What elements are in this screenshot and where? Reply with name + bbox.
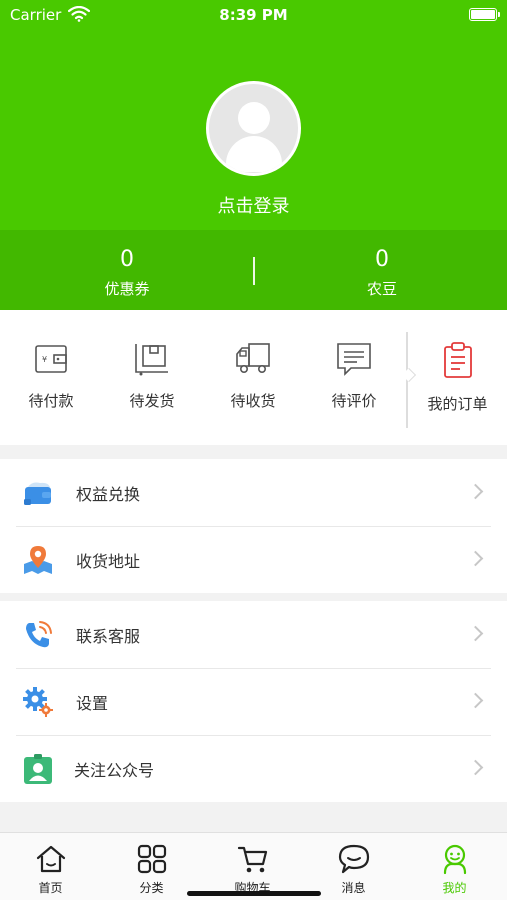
order-pending-shipment[interactable]: 待发货 xyxy=(102,340,202,411)
menu-item-benefits-exchange[interactable]: 权益兑换 xyxy=(0,459,507,526)
menu-item-settings[interactable]: 设置 xyxy=(0,668,507,735)
order-pending-shipment-label: 待发货 xyxy=(129,392,175,410)
gear-icon xyxy=(23,687,53,717)
status-bar: Carrier 8:39 PM xyxy=(0,0,507,30)
wallet-icon: ¥ xyxy=(35,345,67,373)
stats-bar: 0 优惠券 0 农豆 xyxy=(0,230,507,310)
beans-label: 农豆 xyxy=(366,280,397,298)
order-pending-payment-label: 待付款 xyxy=(28,392,74,410)
battery-icon xyxy=(469,8,500,21)
badge-icon xyxy=(24,754,52,784)
coupon-label: 优惠券 xyxy=(104,280,150,298)
tab-cart[interactable]: 购物车 xyxy=(202,843,303,896)
comment-icon xyxy=(337,343,371,376)
avatar-body xyxy=(226,136,282,172)
order-pending-receipt[interactable]: 待收货 xyxy=(203,340,303,411)
beans-stat[interactable]: 0 农豆 xyxy=(282,246,482,299)
tab-messages[interactable]: 消息 xyxy=(303,843,404,896)
menu-item-label: 权益兑换 xyxy=(76,485,141,504)
menu-item-shipping-address[interactable]: 收货地址 xyxy=(0,526,507,593)
menu-item-label: 联系客服 xyxy=(76,627,141,646)
menu-item-label: 关注公众号 xyxy=(74,761,155,780)
tab-profile[interactable]: 我的 xyxy=(404,843,505,896)
beans-count: 0 xyxy=(375,247,389,272)
package-icon xyxy=(135,344,168,376)
tab-category[interactable]: 分类 xyxy=(101,843,202,896)
stats-divider xyxy=(253,257,255,285)
map-pin-icon xyxy=(24,546,52,574)
menu-group-2: 联系客服 设置 关注公众号 xyxy=(0,601,507,802)
tab-home-label: 首页 xyxy=(38,881,63,895)
grid-icon xyxy=(137,844,166,874)
coupon-count: 0 xyxy=(120,247,134,272)
cart-icon xyxy=(237,846,267,873)
orders-panel: ¥ 待付款 待发货 待收货 待评价 我的订单 xyxy=(0,310,507,445)
svg-text:¥: ¥ xyxy=(42,355,47,364)
tab-bar: 首页 分类 购物车 消息 我的 xyxy=(0,832,507,900)
profile-header: Carrier 8:39 PM 点击登录 0 优惠券 0 农豆 xyxy=(0,0,507,310)
menu-item-label: 收货地址 xyxy=(76,552,141,571)
order-pending-receipt-label: 待收货 xyxy=(230,392,276,410)
chat-icon xyxy=(338,844,369,874)
chevron-right-icon xyxy=(467,483,484,500)
card-icon xyxy=(24,482,51,505)
chevron-right-icon xyxy=(467,550,484,567)
login-link[interactable]: 点击登录 xyxy=(0,192,507,218)
home-icon xyxy=(36,845,65,873)
menu-group-1: 权益兑换 收货地址 xyxy=(0,459,507,593)
order-pending-review[interactable]: 待评价 xyxy=(304,340,404,411)
truck-icon xyxy=(236,343,270,373)
coupon-stat[interactable]: 0 优惠券 xyxy=(27,246,227,299)
chevron-right-icon xyxy=(467,759,484,776)
order-pending-review-label: 待评价 xyxy=(331,392,377,410)
chevron-right-icon xyxy=(467,692,484,709)
phone-icon xyxy=(26,621,52,648)
avatar-head xyxy=(238,102,270,134)
avatar[interactable] xyxy=(206,81,301,176)
menu-item-customer-service[interactable]: 联系客服 xyxy=(0,601,507,668)
home-indicator xyxy=(187,891,321,896)
menu-item-follow-account[interactable]: 关注公众号 xyxy=(0,735,507,802)
profile-icon xyxy=(443,844,466,875)
my-orders-button[interactable]: 我的订单 xyxy=(408,335,507,430)
tab-home[interactable]: 首页 xyxy=(0,843,101,896)
clipboard-icon xyxy=(443,342,472,378)
order-pending-payment[interactable]: ¥ 待付款 xyxy=(1,340,101,411)
menu-item-label: 设置 xyxy=(76,694,109,713)
chevron-right-icon xyxy=(467,625,484,642)
clock: 8:39 PM xyxy=(219,6,288,24)
my-orders-label: 我的订单 xyxy=(427,395,488,413)
tab-profile-label: 我的 xyxy=(442,881,467,895)
